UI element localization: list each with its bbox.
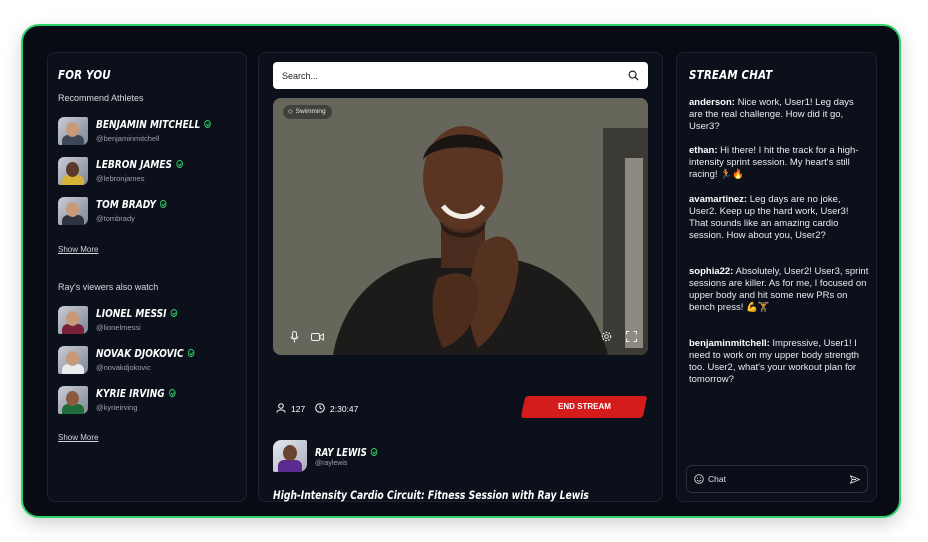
avatar	[58, 157, 88, 185]
show-more-link[interactable]: Show More	[58, 433, 98, 442]
tag-icon: ◇	[288, 109, 293, 115]
chat-message: ethan: Hi there! I hit the track for a h…	[689, 145, 859, 180]
athlete-name: LIONEL MESSI	[96, 307, 178, 320]
avatar	[58, 117, 88, 145]
athlete-name: LEBRON JAMES	[96, 158, 183, 171]
athlete-name: KYRIE IRVING	[96, 387, 176, 400]
stream-chat-panel: STREAM CHAT anderson: Nice work, User1! …	[676, 52, 877, 502]
video-player[interactable]: ◇ Swimming	[273, 98, 648, 355]
verified-icon	[160, 200, 167, 208]
athlete-handle: @kyrieirving	[96, 403, 138, 412]
athlete-name: TOM BRADY	[96, 198, 167, 211]
chat-message: anderson: Nice work, User1! Leg days are…	[689, 97, 854, 132]
athlete-handle: @benjaminmitchell	[96, 134, 160, 143]
video-frame	[273, 98, 648, 355]
athlete-handle: @novakdjokovic	[96, 363, 151, 372]
verified-icon	[370, 448, 378, 456]
app-window: FOR YOU Recommend Athletes BENJAMIN MITC…	[21, 24, 901, 518]
search-icon[interactable]	[628, 70, 639, 81]
verified-icon	[204, 120, 211, 128]
avatar	[58, 346, 88, 374]
verified-icon	[168, 389, 176, 397]
category-tag: ◇ Swimming	[283, 105, 332, 119]
athlete-card[interactable]: NOVAK DJOKOVIC @novakdjokovic	[58, 346, 243, 374]
athlete-card[interactable]: BENJAMIN MITCHELL @benjaminmitchell	[58, 117, 243, 145]
avatar	[58, 197, 88, 225]
athlete-handle: @lebronjames	[96, 174, 145, 183]
host-handle: @raylewis	[315, 460, 348, 467]
send-icon[interactable]	[850, 475, 860, 484]
host-avatar[interactable]	[273, 440, 307, 472]
stream-title: High-Intensity Cardio Circuit: Fitness S…	[273, 488, 589, 502]
chat-box	[686, 465, 868, 493]
emoji-icon[interactable]	[694, 474, 704, 484]
host-name: RAY LEWIS	[315, 447, 378, 459]
athlete-name: BENJAMIN MITCHELL	[96, 118, 211, 131]
end-stream-button[interactable]: END STREAM	[520, 396, 648, 418]
chat-input[interactable]	[708, 466, 848, 492]
show-more-link[interactable]: Show More	[58, 245, 98, 254]
stream-chat-heading: STREAM CHAT	[689, 68, 773, 82]
athlete-handle: @tombrady	[96, 214, 135, 223]
also-watch-label: Ray's viewers also watch	[58, 282, 159, 292]
athlete-handle: @lionelmessi	[96, 323, 141, 332]
recommend-label: Recommend Athletes	[58, 93, 144, 103]
stream-panel: ◇Swimming 127 2:30:47 END STREAM RAY LEW…	[258, 52, 663, 502]
for-you-heading: FOR YOU	[58, 68, 111, 82]
verified-icon	[170, 309, 178, 317]
chat-message: sophia22: Absolutely, User2! User3, spri…	[689, 266, 869, 313]
search-input[interactable]	[282, 62, 612, 89]
camera-icon[interactable]	[311, 332, 324, 345]
athlete-card[interactable]: TOM BRADY @tombrady	[58, 197, 243, 225]
chat-message: avamartinez: Leg days are no joke, User2…	[689, 194, 849, 241]
athlete-card[interactable]: KYRIE IRVING @kyrieirving	[58, 386, 243, 414]
fullscreen-icon[interactable]	[626, 331, 637, 345]
settings-icon[interactable]	[601, 331, 612, 345]
search-bar	[273, 62, 648, 89]
athlete-card[interactable]: LEBRON JAMES @lebronjames	[58, 157, 243, 185]
chat-message: benjaminmitchell: Impressive, User1! I n…	[689, 338, 860, 385]
stream-duration: 2:30:47	[315, 403, 358, 414]
for-you-panel: FOR YOU Recommend Athletes BENJAMIN MITC…	[47, 52, 247, 502]
athlete-card[interactable]: LIONEL MESSI @lionelmessi	[58, 306, 243, 334]
viewer-count: 127	[276, 403, 305, 414]
clock-icon	[315, 403, 325, 413]
microphone-icon[interactable]	[290, 331, 299, 346]
verified-icon	[176, 160, 183, 168]
avatar	[58, 386, 88, 414]
athlete-name: NOVAK DJOKOVIC	[96, 347, 195, 360]
user-icon	[276, 403, 286, 413]
verified-icon	[187, 349, 195, 357]
avatar	[58, 306, 88, 334]
